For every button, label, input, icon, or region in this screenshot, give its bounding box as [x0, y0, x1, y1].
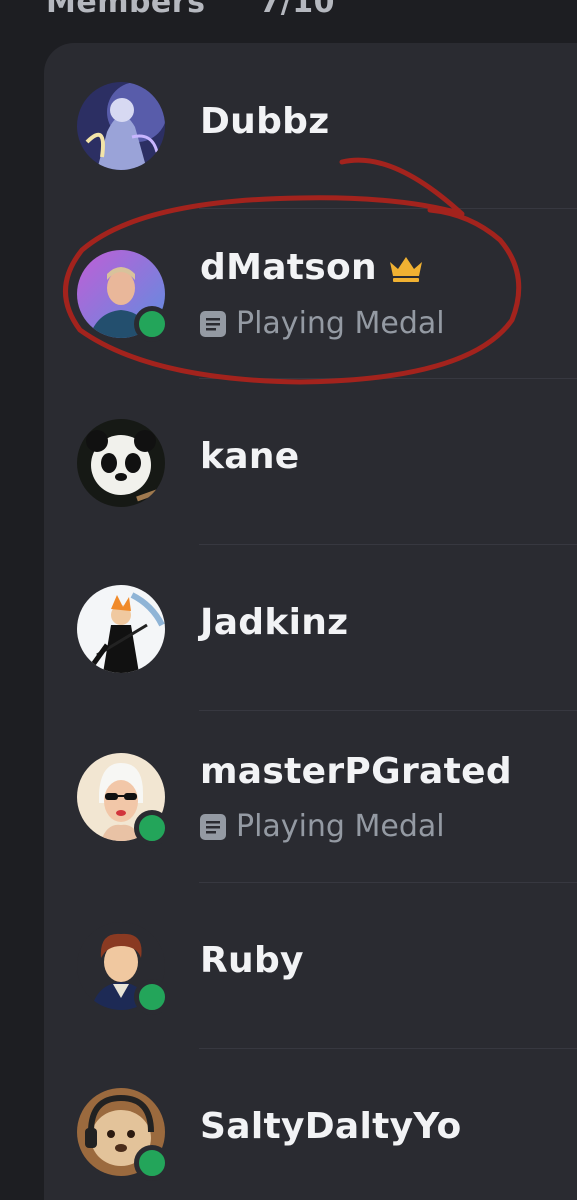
members-list-panel: Dubbz dMatson Playing Medal kane Jadkinz…	[44, 43, 577, 1200]
activity-text: Playing Medal	[236, 306, 445, 341]
member-activity: Playing Medal	[200, 809, 445, 844]
member-row-masterpgrated[interactable]: masterPGrated Playing Medal	[44, 711, 577, 883]
member-row-dmatson[interactable]: dMatson Playing Medal	[44, 209, 577, 379]
member-row-kane[interactable]: kane	[44, 379, 577, 545]
anime-swordsman-avatar[interactable]	[77, 585, 165, 673]
member-name: Jadkinz	[200, 602, 349, 643]
member-name-text: dMatson	[200, 247, 377, 288]
member-row-dubbz[interactable]: Dubbz	[44, 43, 577, 209]
member-row-ruby[interactable]: Ruby	[44, 883, 577, 1049]
member-name: SaltyDaltyYo	[200, 1106, 462, 1147]
members-screen: Members 7/10 Dubbz dMatson Playing Medal…	[0, 0, 577, 1200]
members-section-header: Members 7/10	[46, 0, 335, 22]
members-title: Members	[46, 0, 206, 20]
members-count: 7/10	[259, 0, 336, 20]
online-status-indicator	[134, 979, 170, 1015]
member-row-saltydaltyyo[interactable]: SaltyDaltyYo	[44, 1049, 577, 1200]
fantasy-warrior-avatar[interactable]	[77, 82, 165, 170]
activity-icon	[200, 813, 226, 840]
online-status-indicator	[134, 810, 170, 846]
member-name: Dubbz	[200, 101, 330, 142]
activity-icon	[200, 310, 226, 337]
member-name: masterPGrated	[200, 751, 512, 792]
activity-text: Playing Medal	[236, 809, 445, 844]
online-status-indicator	[134, 1145, 170, 1181]
crown-icon	[390, 257, 422, 282]
online-status-indicator	[134, 306, 170, 342]
member-name: kane	[200, 436, 300, 477]
member-row-jadkinz[interactable]: Jadkinz	[44, 545, 577, 711]
member-name: Ruby	[200, 940, 304, 981]
member-name: dMatson	[200, 247, 425, 288]
panda-avatar[interactable]	[77, 419, 165, 507]
member-activity: Playing Medal	[200, 306, 445, 341]
